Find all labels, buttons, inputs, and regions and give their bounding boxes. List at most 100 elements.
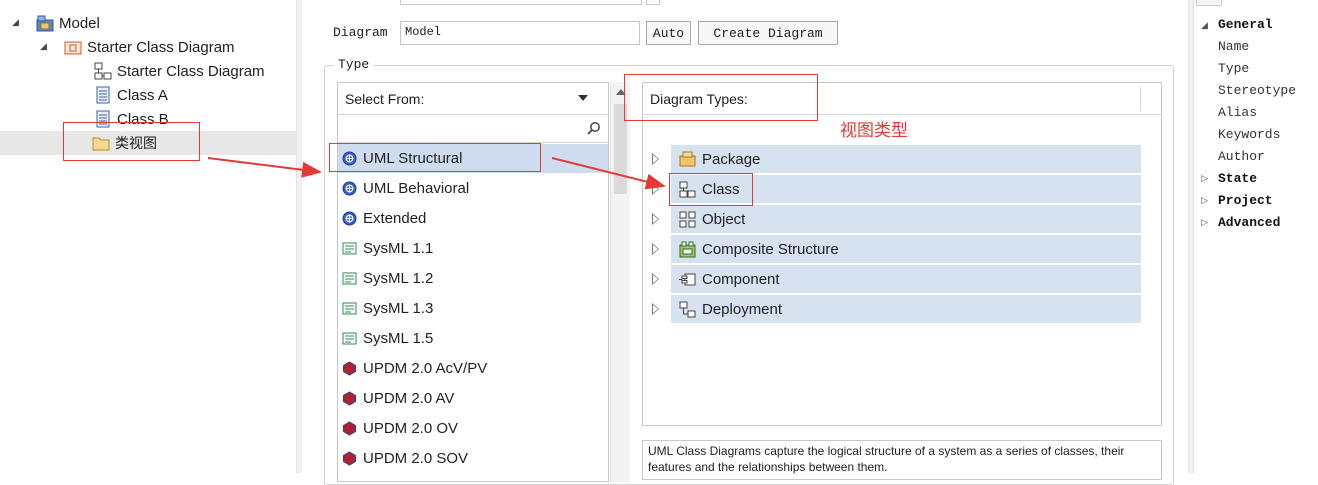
prop-alias[interactable]: Alias [1218,105,1257,120]
properties-tab[interactable] [1196,0,1222,6]
diagram-type-label: Package [702,150,761,168]
updm-icon [343,361,356,376]
prop-keywords[interactable]: Keywords [1218,127,1280,142]
list-item[interactable]: Extended [338,204,608,233]
tree-node-class-b[interactable]: Class B [94,107,169,131]
diagram-types-label: Diagram Types: [650,90,748,107]
type-group-label: Type [334,57,374,72]
list-item-label: SysML 1.5 [363,330,434,347]
expand-icon[interactable] [652,243,659,255]
class-diagram-icon [679,181,696,197]
section-advanced[interactable]: Advanced [1218,215,1280,230]
diagram-type-row[interactable]: Class [671,175,1141,203]
project-browser-tree: ◢ Model ◢ Starter Class Diagram Starter … [0,0,296,473]
model-package-icon [36,14,54,32]
tree-node-starter-package[interactable]: ◢ Starter Class Diagram [40,35,235,59]
tree-node-label: 类视图 [115,136,157,152]
create-diagram-button[interactable]: Create Diagram [698,21,838,45]
list-item[interactable]: UML Structural [338,144,608,173]
prop-name[interactable]: Name [1218,39,1249,54]
uml-icon [342,211,357,226]
list-item-label: SysML 1.1 [363,240,434,257]
diagram-type-row[interactable]: Object [671,205,1141,233]
section-state[interactable]: State [1218,171,1257,186]
annotation-text: 视图类型 [840,121,908,141]
expand-icon[interactable] [652,213,659,225]
section-general[interactable]: General [1218,17,1273,32]
list-item-label: UML Structural [363,150,463,167]
diagram-type-label: Component [702,270,780,288]
diagram-type-row[interactable]: Deployment [671,295,1141,323]
expand-icon[interactable] [652,303,659,315]
column-divider [1140,87,1141,111]
updm-icon [343,451,356,466]
updm-icon [343,391,356,406]
new-diagram-dialog: Diagram Model Auto Create Diagram Type S… [302,0,1188,485]
diagram-name-input[interactable]: Model [400,21,640,45]
tree-node-starter-diagram[interactable]: Starter Class Diagram [94,59,265,83]
package-icon [679,151,696,166]
uml-icon [342,151,357,166]
expand-icon[interactable]: ▷ [1201,195,1208,206]
uml-icon [342,181,357,196]
tree-node-class-view[interactable]: 类视图 [0,131,296,155]
expand-icon[interactable] [652,183,659,195]
collapse-icon[interactable]: ◢ [40,41,47,52]
sysml-icon [342,272,357,285]
collapse-icon[interactable]: ◢ [12,17,19,28]
search-icon[interactable] [587,121,601,135]
diagram-name-label: Diagram [333,25,388,40]
diagram-type-row[interactable]: Package [671,145,1141,173]
package-browse-button[interactable] [646,0,660,5]
expand-icon[interactable]: ▷ [1201,217,1208,228]
diagram-type-row[interactable]: Component [671,265,1141,293]
prop-author[interactable]: Author [1218,149,1265,164]
expand-icon[interactable]: ▷ [1201,173,1208,184]
list-item[interactable]: UPDM 2.0 AV [338,384,608,413]
list-item-label: UPDM 2.0 AcV/PV [363,360,488,377]
list-item[interactable]: UML Behavioral [338,174,608,203]
list-item[interactable]: UPDM 2.0 OV [338,414,608,443]
select-from-scrollbar[interactable] [610,82,630,482]
scroll-thumb[interactable] [614,104,627,194]
chevron-down-icon[interactable] [578,95,588,101]
tree-node-label: Starter Class Diagram [87,38,235,56]
object-icon [679,211,696,227]
expand-icon[interactable] [652,153,659,165]
sysml-icon [342,242,357,255]
scroll-up-icon[interactable] [616,89,626,95]
composite-structure-icon [679,241,696,257]
list-item[interactable]: UPDM 2.0 AcV/PV [338,354,608,383]
deployment-icon [679,301,696,317]
diagram-description: UML Class Diagrams capture the logical s… [642,440,1162,480]
tree-node-model[interactable]: ◢ Model [12,11,100,35]
folder-icon [92,134,110,152]
select-from-panel: Select From: UML Structural UML Behavior… [337,82,609,482]
select-from-label: Select From: [345,90,425,107]
prop-stereotype[interactable]: Stereotype [1218,83,1296,98]
package-field[interactable] [400,0,642,5]
class-icon [94,86,112,104]
tree-node-label: Class A [117,86,168,104]
list-item[interactable]: SysML 1.1 [338,234,608,263]
updm-icon [343,421,356,436]
component-icon [679,273,696,285]
list-item-label: UPDM 2.0 AV [363,390,455,407]
collapse-icon[interactable]: ◢ [1201,20,1208,31]
tree-node-label: Model [59,14,100,32]
auto-button[interactable]: Auto [646,21,691,45]
list-item-label: Extended [363,210,427,227]
prop-type[interactable]: Type [1218,61,1249,76]
section-project[interactable]: Project [1218,193,1273,208]
expand-icon[interactable] [652,273,659,285]
select-from-dropdown[interactable]: Select From: [338,83,608,115]
diagram-type-row[interactable]: Composite Structure [671,235,1141,263]
list-item[interactable]: UPDM 2.0 SOV [338,444,608,473]
list-item[interactable]: SysML 1.5 [338,324,608,353]
list-item[interactable]: SysML 1.3 [338,294,608,323]
list-item[interactable]: SysML 1.2 [338,264,608,293]
tree-node-label: Starter Class Diagram [117,62,265,80]
diagram-types-header: Diagram Types: [643,83,1161,115]
select-from-search[interactable] [338,116,608,143]
tree-node-class-a[interactable]: Class A [94,83,168,107]
